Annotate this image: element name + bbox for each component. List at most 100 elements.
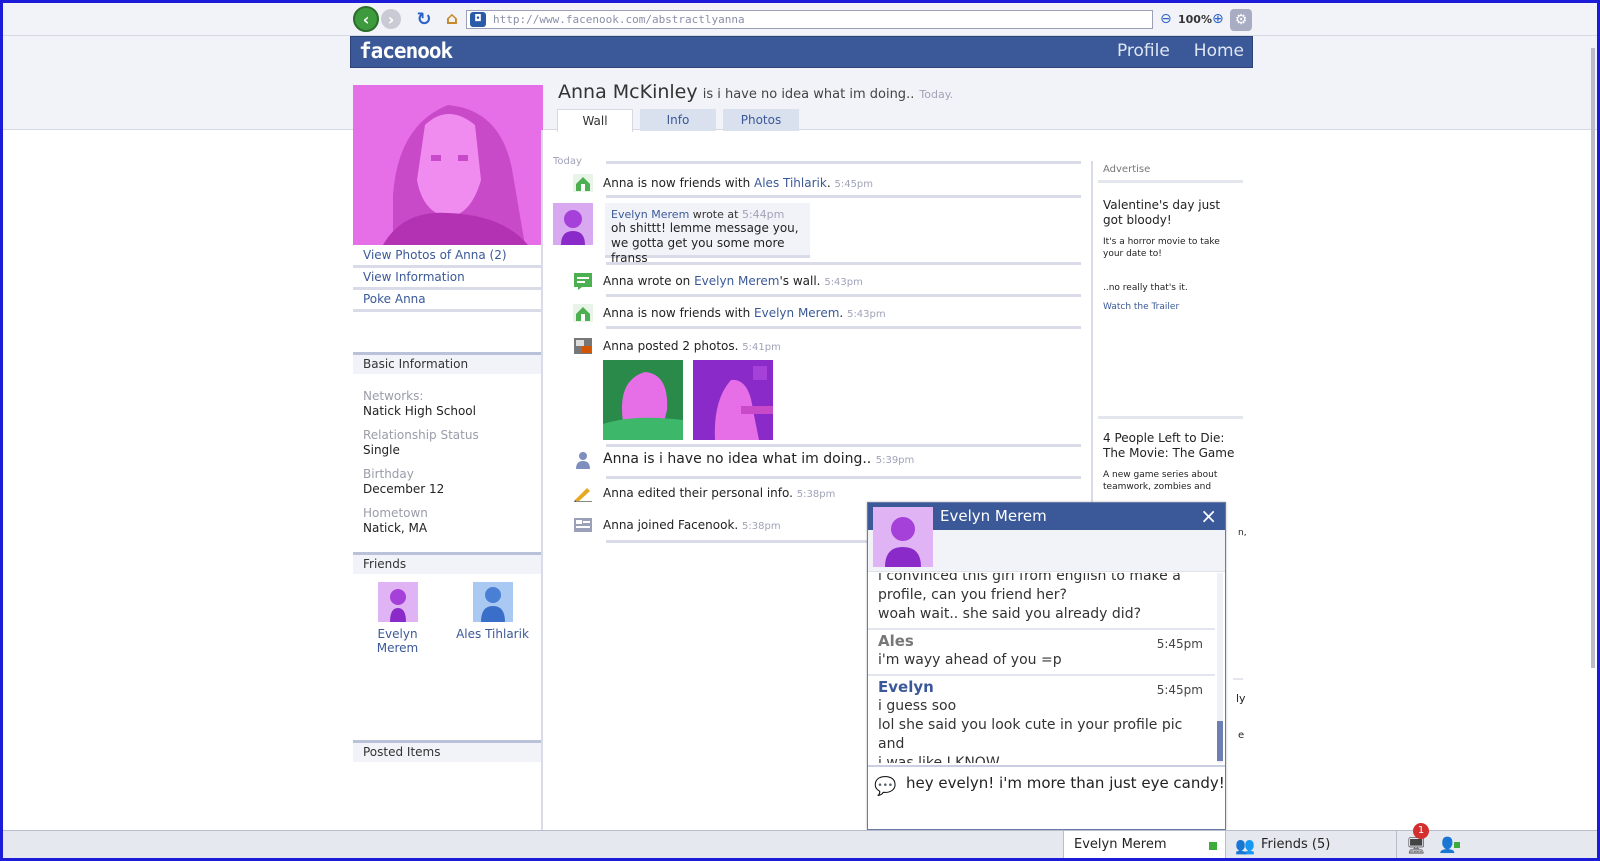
profile-links: View Photos of Anna (2) View Information… xyxy=(353,246,543,312)
ad-title[interactable]: 4 People Left to Die: The Movie: The Gam… xyxy=(1098,431,1243,461)
feed-time: 5:38pm xyxy=(796,489,836,500)
feed-text: Anna wrote on Evelyn Merem's wall. 5:43p… xyxy=(603,274,863,288)
address-bar[interactable]: ◘ http://www.facenook.com/abstractlyanna xyxy=(466,10,1153,29)
forward-arrow-icon[interactable]: › xyxy=(381,9,401,29)
basic-information-heading: Basic Information xyxy=(353,352,543,374)
feed-link[interactable]: Ales Tihlarik xyxy=(754,176,827,190)
chat-input-text[interactable]: hey evelyn! i'm more than just eye candy… xyxy=(906,774,1225,792)
profile-picture[interactable] xyxy=(353,85,543,245)
profile-silhouette xyxy=(353,85,543,245)
friend-avatar[interactable] xyxy=(377,582,418,622)
chat-contact-name: Evelyn Merem xyxy=(940,507,1047,525)
feed-time: 5:41pm xyxy=(742,342,781,353)
notifications-icon[interactable]: 🖥 xyxy=(1406,836,1426,855)
ad-text-fragment: e xyxy=(1238,730,1245,741)
feed-time: 5:45pm xyxy=(834,179,874,190)
friends-icon[interactable]: 👥 xyxy=(1235,836,1255,855)
divider xyxy=(606,444,1081,447)
back-arrow-icon[interactable]: ‹ xyxy=(353,6,379,32)
feed-link[interactable]: Evelyn Merem xyxy=(694,274,779,288)
close-icon[interactable]: × xyxy=(1200,504,1217,528)
chat-bubble-icon: 💬 xyxy=(874,776,897,797)
status-time: Today. xyxy=(919,88,954,101)
site-logo[interactable]: facenook xyxy=(359,39,453,63)
page-scrollbar[interactable] xyxy=(1591,38,1597,828)
online-indicator xyxy=(1454,842,1460,848)
divider xyxy=(606,326,1081,329)
wall-post-avatar[interactable] xyxy=(553,203,593,245)
tab-info[interactable]: Info xyxy=(640,109,716,131)
friend-card[interactable]: Evelyn Merem xyxy=(355,582,440,655)
info-label: Networks: xyxy=(363,389,424,403)
reload-icon[interactable]: ↻ xyxy=(411,6,437,32)
settings-gear-icon[interactable]: ⚙ xyxy=(1230,9,1252,31)
chat-log[interactable]: i convinced this girl from english to ma… xyxy=(868,573,1215,763)
zoom-in-icon[interactable]: ⊕ xyxy=(1212,11,1224,27)
ad-title[interactable]: Valentine's day just got bloody! xyxy=(1098,198,1243,228)
chat-input[interactable]: 💬 hey evelyn! i'm more than just eye can… xyxy=(868,765,1225,829)
view-information-link[interactable]: View Information xyxy=(353,268,543,290)
chat-avatar[interactable] xyxy=(873,507,933,567)
column-divider xyxy=(541,130,543,830)
feed-date: Today xyxy=(553,156,582,167)
divider xyxy=(606,262,1081,265)
feed-time: 5:43pm xyxy=(824,277,863,288)
nav-profile[interactable]: Profile xyxy=(1117,41,1170,61)
tab-photos[interactable]: Photos xyxy=(723,109,799,131)
friend-card[interactable]: Ales Tihlarik xyxy=(450,582,535,641)
profile-tabs: Wall Info Photos xyxy=(557,109,799,132)
feed-text: Anna is now friends with Ales Tihlarik. … xyxy=(603,176,874,190)
advertise-heading[interactable]: Advertise xyxy=(1098,160,1243,183)
url-text: http://www.facenook.com/abstractlyanna xyxy=(493,13,745,26)
feed-link[interactable]: Evelyn Merem xyxy=(754,306,839,320)
info-label: Relationship Status xyxy=(363,428,479,442)
notification-badge: 1 xyxy=(1413,823,1429,839)
photo-icon xyxy=(574,338,592,354)
zoom-level: 100% xyxy=(1178,13,1212,26)
nav-home[interactable]: Home xyxy=(1194,41,1244,61)
tab-wall[interactable]: Wall xyxy=(557,109,633,132)
chat-time: 5:45pm xyxy=(1156,683,1203,697)
friend-name[interactable]: Ales Tihlarik xyxy=(450,627,535,641)
chat-scrollbar-thumb[interactable] xyxy=(1217,721,1223,761)
divider xyxy=(606,195,1081,198)
friend-name[interactable]: Evelyn Merem xyxy=(355,627,440,655)
posted-items-heading: Posted Items xyxy=(353,740,543,762)
profile-name: Anna McKinley xyxy=(558,81,698,103)
friends-heading: Friends xyxy=(353,552,543,574)
feed-text: Anna posted 2 photos. 5:41pm xyxy=(603,339,781,353)
online-indicator xyxy=(1209,842,1217,850)
feed-text: Anna joined Facenook. 5:38pm xyxy=(603,518,781,532)
poke-link[interactable]: Poke Anna xyxy=(353,290,543,312)
wall-post-author[interactable]: Evelyn Merem xyxy=(611,208,689,221)
divider xyxy=(606,476,1081,479)
divider xyxy=(1233,678,1243,680)
watch-trailer-link[interactable]: Watch the Trailer xyxy=(1098,302,1243,312)
friends-icon xyxy=(573,174,593,192)
view-photos-link[interactable]: View Photos of Anna (2) xyxy=(353,246,543,268)
ad-text-fragment: n, xyxy=(1238,528,1247,538)
chat-tab-name: Evelyn Merem xyxy=(1074,837,1167,852)
wall-post-box: Evelyn Merem wrote at 5:44pm oh shittt! … xyxy=(605,203,810,265)
zoom-out-icon[interactable]: ⊖ xyxy=(1160,11,1172,27)
chat-tab[interactable]: Evelyn Merem xyxy=(1063,831,1226,858)
join-icon xyxy=(574,518,592,532)
chat-scrollbar[interactable] xyxy=(1217,573,1223,763)
wall-post-time: 5:44pm xyxy=(741,208,785,221)
profile-status: is i have no idea what im doing.. xyxy=(702,87,915,102)
feed-text: Anna is i have no idea what im doing.. 5… xyxy=(603,451,915,467)
bottom-chat-bar: Evelyn Merem 👥 Friends (5) 🖥 1 👤 xyxy=(3,823,1597,858)
site-header: facenook Profile Home xyxy=(350,36,1253,68)
friend-avatar[interactable] xyxy=(472,582,513,622)
feed-time: 5:43pm xyxy=(847,309,886,320)
site-identity-icon: ◘ xyxy=(470,12,486,27)
friends-online-button[interactable]: Friends (5) xyxy=(1261,837,1330,852)
wall-post-icon xyxy=(574,273,592,290)
info-value: Natick High School xyxy=(363,404,476,418)
photo-thumbnail[interactable] xyxy=(603,360,683,440)
scrollbar-thumb[interactable] xyxy=(1591,48,1595,668)
divider xyxy=(606,161,1081,164)
photo-thumbnail[interactable] xyxy=(693,360,773,440)
chat-message: Evelyn 5:45pm i guess soo lol she said y… xyxy=(878,678,1203,763)
home-icon[interactable]: ⌂ xyxy=(439,6,465,32)
